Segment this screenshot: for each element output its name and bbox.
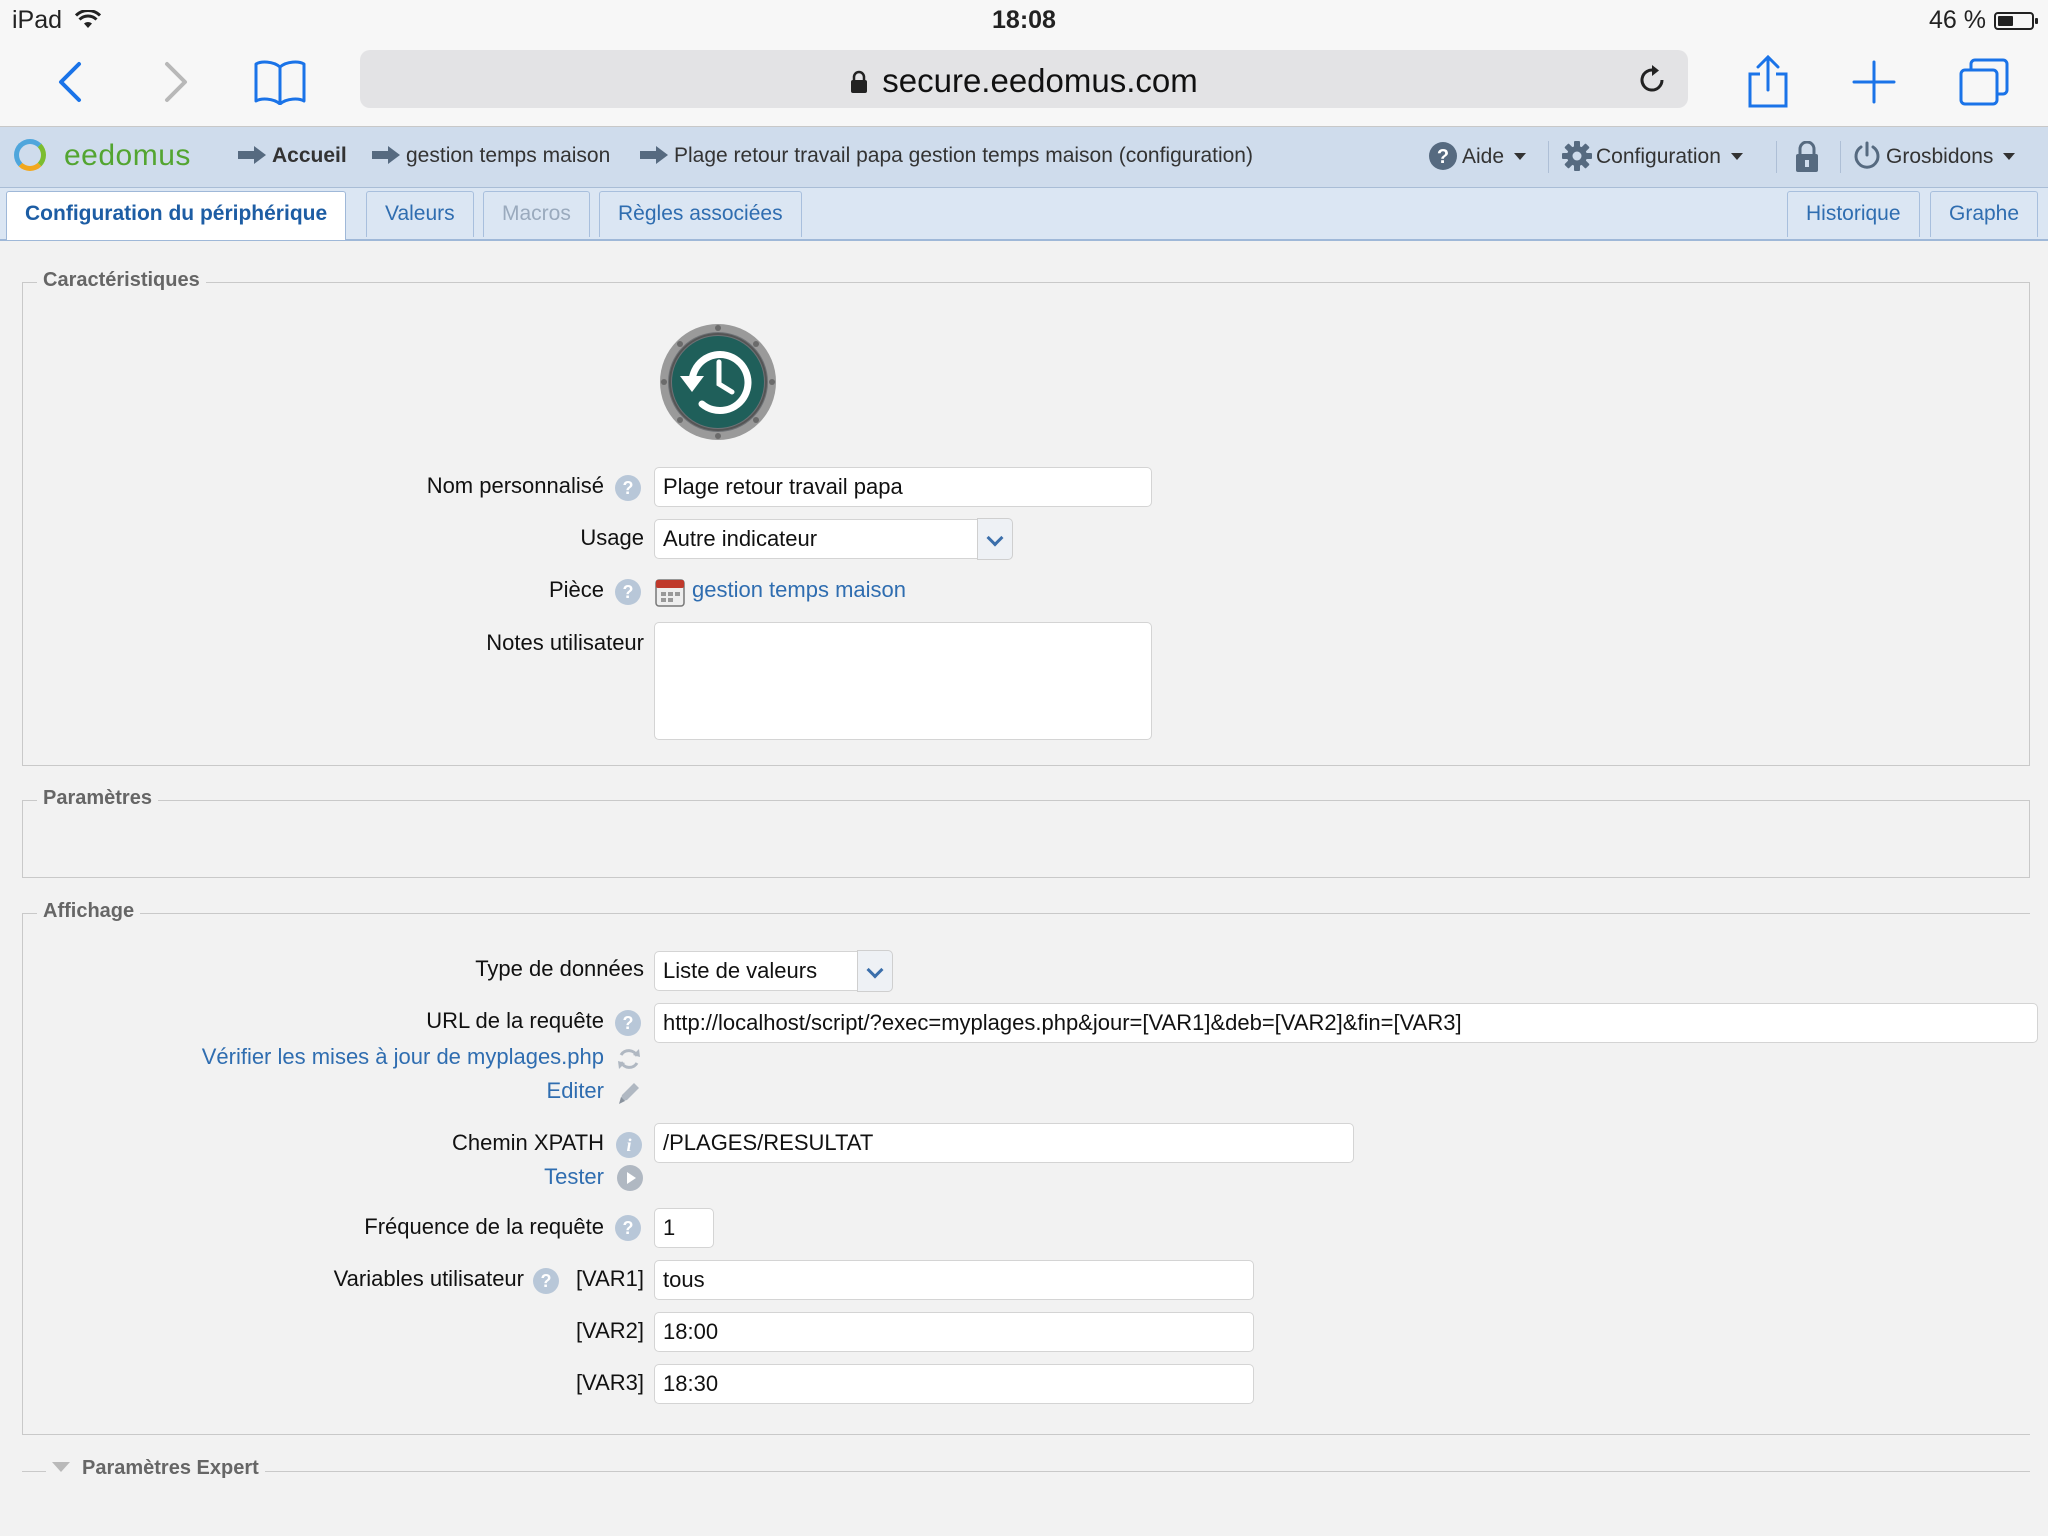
forward-icon[interactable] xyxy=(146,52,206,112)
help-menu[interactable]: ? Aide xyxy=(1428,141,1527,171)
status-bar: iPad 18:08 46 % xyxy=(0,0,2048,42)
nom-input[interactable]: Plage retour travail papa xyxy=(654,467,1152,507)
section-title: Paramètres xyxy=(37,787,158,810)
user-menu[interactable]: Grosbidons xyxy=(1852,141,2016,171)
breadcrumb-room[interactable]: gestion temps maison xyxy=(372,144,610,168)
play-icon[interactable] xyxy=(616,1164,644,1192)
configuration-menu[interactable]: Configuration xyxy=(1562,141,1743,171)
var2-label: [VAR2] xyxy=(575,1318,644,1343)
notes-textarea[interactable] xyxy=(654,622,1152,740)
var3-label: [VAR3] xyxy=(575,1370,644,1395)
expert-toggle[interactable]: Paramètres Expert xyxy=(46,1457,265,1480)
affichage-section: Affichage xyxy=(22,900,2030,1435)
breadcrumb-device[interactable]: Plage retour travail papa gestion temps … xyxy=(640,144,1253,168)
logo-icon xyxy=(14,139,46,171)
breadcrumb-home[interactable]: Accueil xyxy=(238,144,347,168)
info-icon[interactable]: i xyxy=(616,1132,642,1158)
padlock-icon xyxy=(1796,140,1818,172)
help-icon[interactable]: ? xyxy=(615,579,641,605)
var1-input[interactable]: tous xyxy=(654,1260,1254,1300)
tab-regles[interactable]: Règles associées xyxy=(599,191,802,237)
piece-link[interactable]: gestion temps maison xyxy=(692,577,906,603)
battery-percent: 46 % xyxy=(1929,6,1986,34)
piece-label: Pièce xyxy=(548,577,604,602)
share-icon[interactable] xyxy=(1738,52,1798,112)
refresh-icon[interactable] xyxy=(616,1046,642,1072)
var2-input[interactable]: 18:00 xyxy=(654,1312,1254,1352)
expert-divider xyxy=(22,1471,2030,1472)
parametres-section: Paramètres xyxy=(22,787,2030,878)
tab-graphe[interactable]: Graphe xyxy=(1930,191,2039,237)
section-title: Paramètres Expert xyxy=(82,1457,259,1479)
url-text: secure.eedomus.com xyxy=(882,62,1198,99)
verify-updates-link[interactable]: Vérifier les mises à jour de myplages.ph… xyxy=(202,1044,604,1070)
edit-link[interactable]: Editer xyxy=(547,1078,604,1104)
expand-triangle-icon xyxy=(52,1462,70,1472)
nom-label: Nom personnalisé xyxy=(426,473,604,498)
chevron-down-icon[interactable] xyxy=(857,950,893,992)
help-icon[interactable]: ? xyxy=(615,475,641,501)
notes-label: Notes utilisateur xyxy=(486,630,644,655)
reload-icon[interactable] xyxy=(1636,64,1668,96)
tab-macros: Macros xyxy=(483,191,590,237)
section-title: Caractéristiques xyxy=(37,269,206,292)
gear-icon xyxy=(1562,141,1592,171)
calendar-icon xyxy=(655,579,685,607)
url-label: URL de la requête xyxy=(426,1008,604,1033)
test-link[interactable]: Tester xyxy=(544,1164,604,1190)
app-header: eedomus Accueil gestion temps maison Pla… xyxy=(0,127,2048,188)
type-label: Type de données xyxy=(475,956,644,981)
arrow-right-icon xyxy=(238,146,266,164)
lock-menu[interactable] xyxy=(1794,140,1820,173)
usage-select[interactable]: Autre indicateur xyxy=(654,519,980,559)
lock-icon xyxy=(851,70,868,93)
xpath-label: Chemin XPATH xyxy=(451,1130,604,1155)
help-icon[interactable]: ? xyxy=(615,1215,641,1241)
frequency-input[interactable]: 1 xyxy=(654,1208,714,1248)
tabs-bar: Configuration du périphérique Valeurs Ma… xyxy=(0,188,2048,241)
tab-historique[interactable]: Historique xyxy=(1787,191,1920,237)
back-icon[interactable] xyxy=(40,52,100,112)
help-icon[interactable]: ? xyxy=(615,1010,641,1036)
var3-input[interactable]: 18:30 xyxy=(654,1364,1254,1404)
clock-history-icon xyxy=(660,324,776,440)
pencil-icon[interactable] xyxy=(616,1080,642,1106)
address-bar[interactable]: secure.eedomus.com xyxy=(360,50,1688,108)
arrow-right-icon xyxy=(640,146,668,164)
browser-toolbar: secure.eedomus.com xyxy=(0,42,2048,127)
variables-label: Variables utilisateur xyxy=(333,1266,524,1291)
tab-configuration[interactable]: Configuration du périphérique xyxy=(6,191,347,240)
bookmarks-icon[interactable] xyxy=(250,52,310,112)
tab-valeurs[interactable]: Valeurs xyxy=(366,191,474,237)
frequency-label: Fréquence de la requête xyxy=(364,1214,604,1239)
arrow-right-icon xyxy=(372,146,400,164)
logo-text[interactable]: eedomus xyxy=(64,139,191,173)
chevron-down-icon[interactable] xyxy=(977,518,1013,560)
url-input[interactable]: http://localhost/script/?exec=myplages.p… xyxy=(654,1003,2038,1043)
type-select[interactable]: Liste de valeurs xyxy=(654,951,860,991)
xpath-input[interactable]: /PLAGES/RESULTAT xyxy=(654,1123,1354,1163)
help-icon: ? xyxy=(1429,142,1457,170)
usage-label: Usage xyxy=(580,525,644,550)
battery-icon xyxy=(1994,12,2038,30)
power-icon xyxy=(1854,141,1880,169)
clock: 18:08 xyxy=(992,6,1056,34)
help-icon[interactable]: ? xyxy=(533,1268,559,1294)
section-title: Affichage xyxy=(37,900,141,923)
new-tab-icon[interactable] xyxy=(1844,52,1904,112)
tabs-overview-icon[interactable] xyxy=(1954,52,2014,112)
svg-text:?: ? xyxy=(1437,146,1449,168)
var1-label: [VAR1] xyxy=(575,1266,644,1291)
